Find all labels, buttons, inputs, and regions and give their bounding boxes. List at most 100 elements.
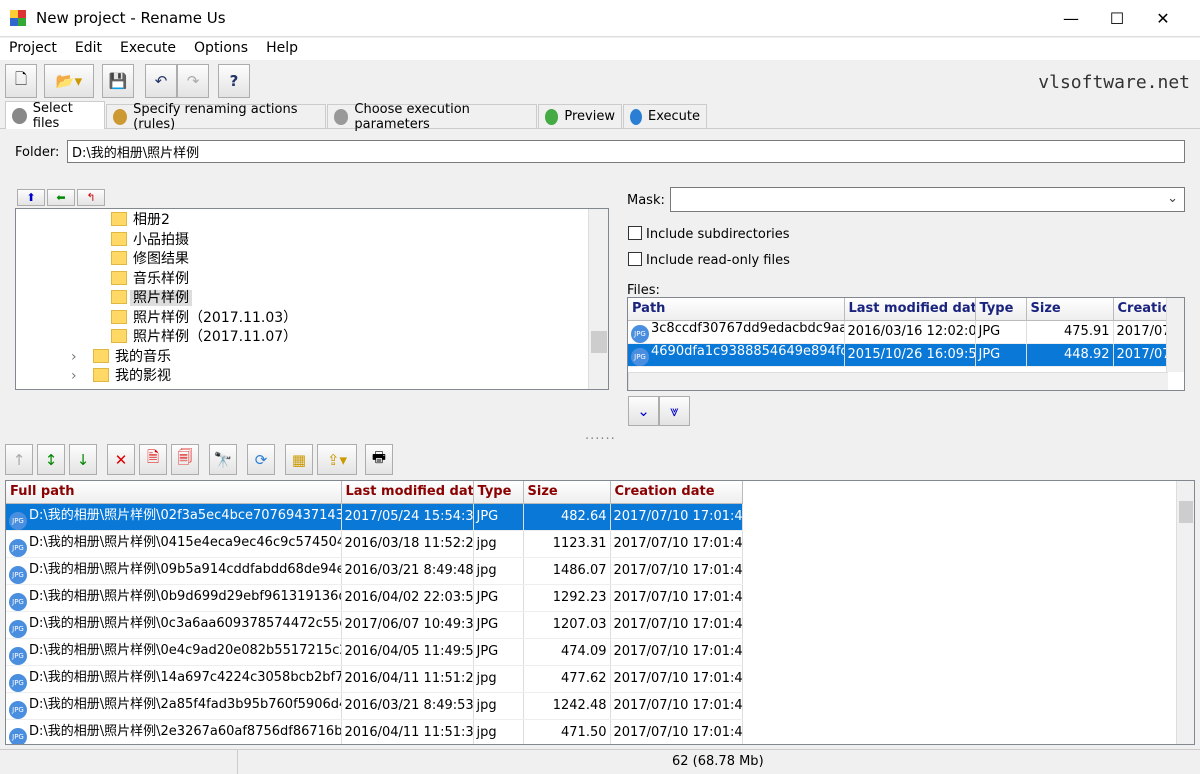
- tree-item[interactable]: › 我的音乐: [16, 348, 608, 368]
- table-row[interactable]: JPG D:\我的相册\照片样例\02f3a5ec4bce707694371435…: [6, 503, 743, 531]
- include-readonly-checkbox[interactable]: Include read-only files: [628, 252, 790, 268]
- table-row[interactable]: JPG3c8ccdf30767dd9edacbdc9aa0212016/03/1…: [628, 320, 1169, 344]
- status-bar: 62 (68.78 Mb): [0, 749, 1200, 774]
- tree-item[interactable]: 照片样例（2017.11.07）: [16, 328, 608, 348]
- table-row[interactable]: JPG D:\我的相册\照片样例\0e4c9ad20e082b5517215c22…: [6, 638, 743, 666]
- add-all-button[interactable]: ⩔: [659, 396, 690, 426]
- menu-project[interactable]: Project: [0, 38, 66, 56]
- move-up-button[interactable]: ↑: [5, 444, 33, 475]
- move-button[interactable]: ↕: [37, 444, 65, 475]
- remove-button[interactable]: ✕: [107, 444, 135, 475]
- column-header[interactable]: Creation date: [610, 481, 743, 504]
- mask-dropdown[interactable]: ⌄: [670, 187, 1185, 212]
- tab-settings-list[interactable]: Choose execution parameters: [327, 102, 537, 132]
- cell-text: D:\我的相册\照片样例\0c3a6aa609378574472c55c9: [29, 615, 341, 631]
- tree-scrollbar[interactable]: [588, 209, 608, 389]
- tree-item[interactable]: 小品拍摄: [16, 231, 608, 251]
- files-list[interactable]: Path Last modified date Type Size Creatic JPG…: [627, 297, 1185, 391]
- open-project-button[interactable]: 📂▾: [44, 64, 94, 98]
- expand-icon[interactable]: ›: [71, 348, 93, 368]
- clear-list-button[interactable]: 🗐: [171, 444, 199, 475]
- folder-input[interactable]: [67, 140, 1185, 163]
- tab-play-blue[interactable]: Execute: [623, 104, 707, 128]
- menu-edit[interactable]: Edit: [66, 38, 111, 56]
- cell-text: D:\我的相册\照片样例\09b5a914cddfabdd68de94e7: [29, 561, 341, 577]
- expand-icon[interactable]: ›: [71, 367, 93, 387]
- cell: 2016/03/21 8:49:53: [341, 692, 474, 720]
- grid-vscrollbar[interactable]: [1176, 481, 1194, 744]
- column-header[interactable]: Creatic: [1113, 298, 1169, 321]
- cell-text: 1242.48: [552, 698, 607, 713]
- include-subdirectories-label: Include subdirectories: [646, 227, 790, 242]
- menu-options[interactable]: Options: [185, 38, 257, 56]
- tree-item[interactable]: 修图结果: [16, 250, 608, 270]
- column-header[interactable]: Size: [523, 481, 611, 504]
- cell-text: 2017/07/10 17:01:40: [613, 509, 742, 524]
- table-row[interactable]: JPG4690dfa1c9388854649e894fce102015/10/2…: [628, 343, 1169, 367]
- table-row[interactable]: JPG D:\我的相册\照片样例\0c3a6aa609378574472c55c9…: [6, 611, 743, 639]
- cell: 2017/07/10 17:01:40: [610, 503, 743, 531]
- folder-icon: [93, 348, 109, 363]
- refresh-button[interactable]: ⟳: [247, 444, 275, 475]
- return-button[interactable]: ↰: [77, 189, 105, 206]
- table-row[interactable]: JPG D:\我的相册\照片样例\0b9d699d29ebf961319136d7…: [6, 584, 743, 612]
- folder-tree[interactable]: 相册2 小品拍摄 修图结果 音乐样例 照片样例 照片样例（2017.11.03） 照片样例（…: [15, 208, 609, 390]
- cell: JPG D:\我的相册\照片样例\09b5a914cddfabdd68de94e7: [6, 557, 342, 585]
- table-row[interactable]: JPG D:\我的相册\照片样例\0415e4eca9ec46c9c5745049…: [6, 530, 743, 558]
- tree-item[interactable]: 照片样例: [16, 289, 608, 309]
- close-button[interactable]: ✕: [1140, 0, 1186, 37]
- include-subdirectories-checkbox[interactable]: Include subdirectories: [628, 226, 790, 242]
- new-project-button[interactable]: 🗋: [5, 64, 37, 98]
- cell-text: 4690dfa1c9388854649e894fce10: [651, 343, 843, 359]
- remove-selected-button[interactable]: 🗎: [139, 444, 167, 475]
- redo-button[interactable]: ↷: [177, 64, 209, 98]
- files-grid[interactable]: Full path Last modified date Type Size Creat…: [5, 480, 1195, 745]
- tab-ab-rename[interactable]: Specify renaming actions (rules): [106, 102, 326, 132]
- undo-button[interactable]: ↶: [145, 64, 177, 98]
- tree-item[interactable]: 音乐样例: [16, 270, 608, 290]
- column-header[interactable]: Type: [473, 481, 524, 504]
- tab-play-green[interactable]: Preview: [538, 104, 622, 128]
- column-header[interactable]: Last modified date: [844, 298, 976, 321]
- minimize-button[interactable]: —: [1048, 0, 1094, 37]
- column-header[interactable]: Last modified date: [341, 481, 474, 504]
- menu-help[interactable]: Help: [257, 38, 307, 56]
- files-hscrollbar[interactable]: [628, 372, 1168, 390]
- column-header[interactable]: Type: [975, 298, 1027, 321]
- files-vscrollbar[interactable]: [1166, 298, 1184, 372]
- splitter-handle[interactable]: ......: [585, 428, 616, 443]
- cell: 2017/07/10 17:01:40: [610, 692, 743, 720]
- tab-files[interactable]: Select files: [5, 101, 105, 131]
- tab-label: Specify renaming actions (rules): [133, 101, 298, 132]
- column-header[interactable]: Size: [1026, 298, 1114, 321]
- help-button[interactable]: ?: [218, 64, 250, 98]
- table-row[interactable]: JPG D:\我的相册\照片样例\14a697c4224c3058bcb2bf75…: [6, 665, 743, 693]
- table-row[interactable]: JPG D:\我的相册\照片样例\2e3267a60af8756df86716b7…: [6, 719, 743, 744]
- export-button[interactable]: ⇪▾: [317, 444, 357, 475]
- jpg-file-icon: JPG: [9, 700, 27, 718]
- move-down-button[interactable]: ↓: [69, 444, 97, 475]
- add-selected-button[interactable]: ⌄: [628, 396, 659, 426]
- cell: 1207.03: [523, 611, 611, 639]
- tab-label: Execute: [648, 109, 700, 124]
- up-level-button[interactable]: ⬆: [17, 189, 45, 206]
- find-button[interactable]: 🔭: [209, 444, 237, 475]
- cell-text: 477.62: [561, 671, 607, 686]
- cell: 2017/07/10 17:01:40: [610, 638, 743, 666]
- cell-text: 1207.03: [552, 617, 607, 632]
- back-button[interactable]: ⬅: [47, 189, 75, 206]
- print-button[interactable]: 🖶: [365, 444, 393, 475]
- menu-execute[interactable]: Execute: [111, 38, 185, 56]
- maximize-button[interactable]: ☐: [1094, 0, 1140, 37]
- tree-item[interactable]: 相册2: [16, 211, 608, 231]
- columns-button[interactable]: ▦: [285, 444, 313, 475]
- column-header[interactable]: Full path: [6, 481, 342, 504]
- table-row[interactable]: JPG D:\我的相册\照片样例\2a85f4fad3b95b760f5906d4…: [6, 692, 743, 720]
- cell-text: 2017/06/07 10:49:30: [344, 617, 473, 632]
- tree-item[interactable]: 照片样例（2017.11.03）: [16, 309, 608, 329]
- column-header[interactable]: Path: [628, 298, 845, 321]
- tree-item[interactable]: › 我的影视: [16, 367, 608, 387]
- cell-text: 448.92: [1064, 347, 1110, 362]
- table-row[interactable]: JPG D:\我的相册\照片样例\09b5a914cddfabdd68de94e7…: [6, 557, 743, 585]
- save-button[interactable]: 💾: [102, 64, 134, 98]
